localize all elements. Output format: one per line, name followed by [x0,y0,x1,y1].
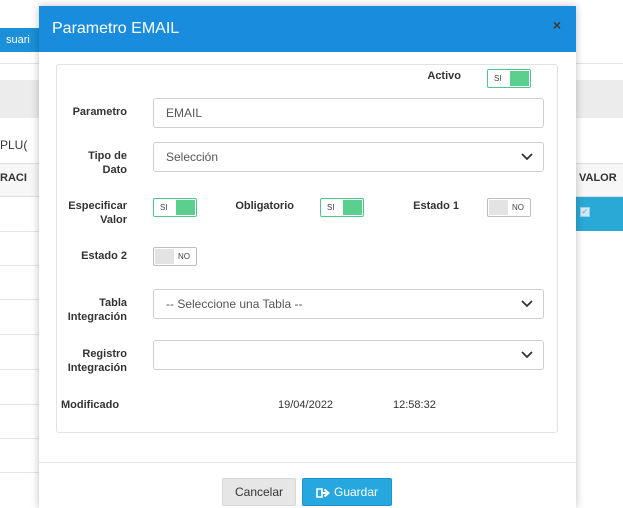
background-checkbox-icon[interactable]: ✓ [580,207,590,217]
save-button[interactable]: Guardar [302,478,392,506]
background-table-row [0,299,40,300]
background-column-header-valor: VALOR [579,172,617,184]
especificar-valor-toggle[interactable]: SI [153,198,197,217]
activo-label: Activo [427,70,461,82]
toggle-knob [155,249,174,264]
parametro-label: Parametro [72,106,127,118]
registro-integracion-select[interactable] [153,340,544,370]
footer-divider [39,462,576,463]
tabla-integracion-select[interactable]: -- Seleccione una Tabla -- [153,289,544,319]
close-icon[interactable]: × [550,18,564,32]
background-table-row [0,472,40,473]
estado2-toggle-text: NO [178,252,190,261]
background-tab-usuarios[interactable]: suari [0,28,40,52]
toggle-knob [510,71,529,86]
chevron-down-icon [521,153,533,161]
tabla-integracion-label: Tabla Integración [67,297,127,323]
save-icon [316,488,330,498]
obligatorio-toggle-text: SI [327,203,335,212]
modificado-label: Modificado [61,399,120,411]
tabla-integracion-selected: -- Seleccione una Tabla -- [166,297,303,311]
tipo-dato-select[interactable]: Selección [153,142,544,172]
toggle-knob [176,200,195,215]
obligatorio-label: Obligatorio [235,200,294,212]
background-section-label: PLU( [0,138,28,152]
background-table-row [0,265,40,266]
especificar-valor-toggle-text: SI [160,203,168,212]
estado1-label: Estado 1 [413,200,459,212]
modificado-date: 19/04/2022 [278,399,334,411]
parametro-input[interactable]: EMAIL [153,98,544,128]
background-table-row [0,369,40,370]
tipo-dato-selected: Selección [166,150,219,164]
tipo-dato-label: Tipo de Dato [88,150,127,176]
obligatorio-toggle[interactable]: SI [320,198,364,217]
chevron-down-icon [521,300,533,308]
estado1-toggle[interactable]: NO [487,198,531,217]
background-table-row [0,404,40,405]
modal-header: Parametro EMAIL × [39,6,576,52]
estado2-label: Estado 2 [81,250,127,262]
toggle-knob [489,200,508,215]
activo-toggle-text: SI [494,74,502,83]
background-table-row [0,438,40,439]
activo-toggle[interactable]: SI [487,69,531,88]
background-table-row [0,231,40,232]
modal-title: Parametro EMAIL [52,20,180,37]
chevron-down-icon [521,351,533,359]
modificado-time: 12:58:32 [393,399,436,411]
estado2-toggle[interactable]: NO [153,247,197,266]
background-table-row [0,334,40,335]
cancel-button[interactable]: Cancelar [222,478,296,506]
parameter-modal: Parametro EMAIL × Activo SI Parametro EM… [39,6,576,508]
especificar-valor-label: Especificar Valor [68,200,127,226]
estado1-toggle-text: NO [512,203,524,212]
registro-integracion-label: Registro Integración [67,348,127,374]
toggle-knob [343,200,362,215]
background-column-header-left: RACI [0,172,27,184]
save-button-label: Guardar [333,485,379,499]
